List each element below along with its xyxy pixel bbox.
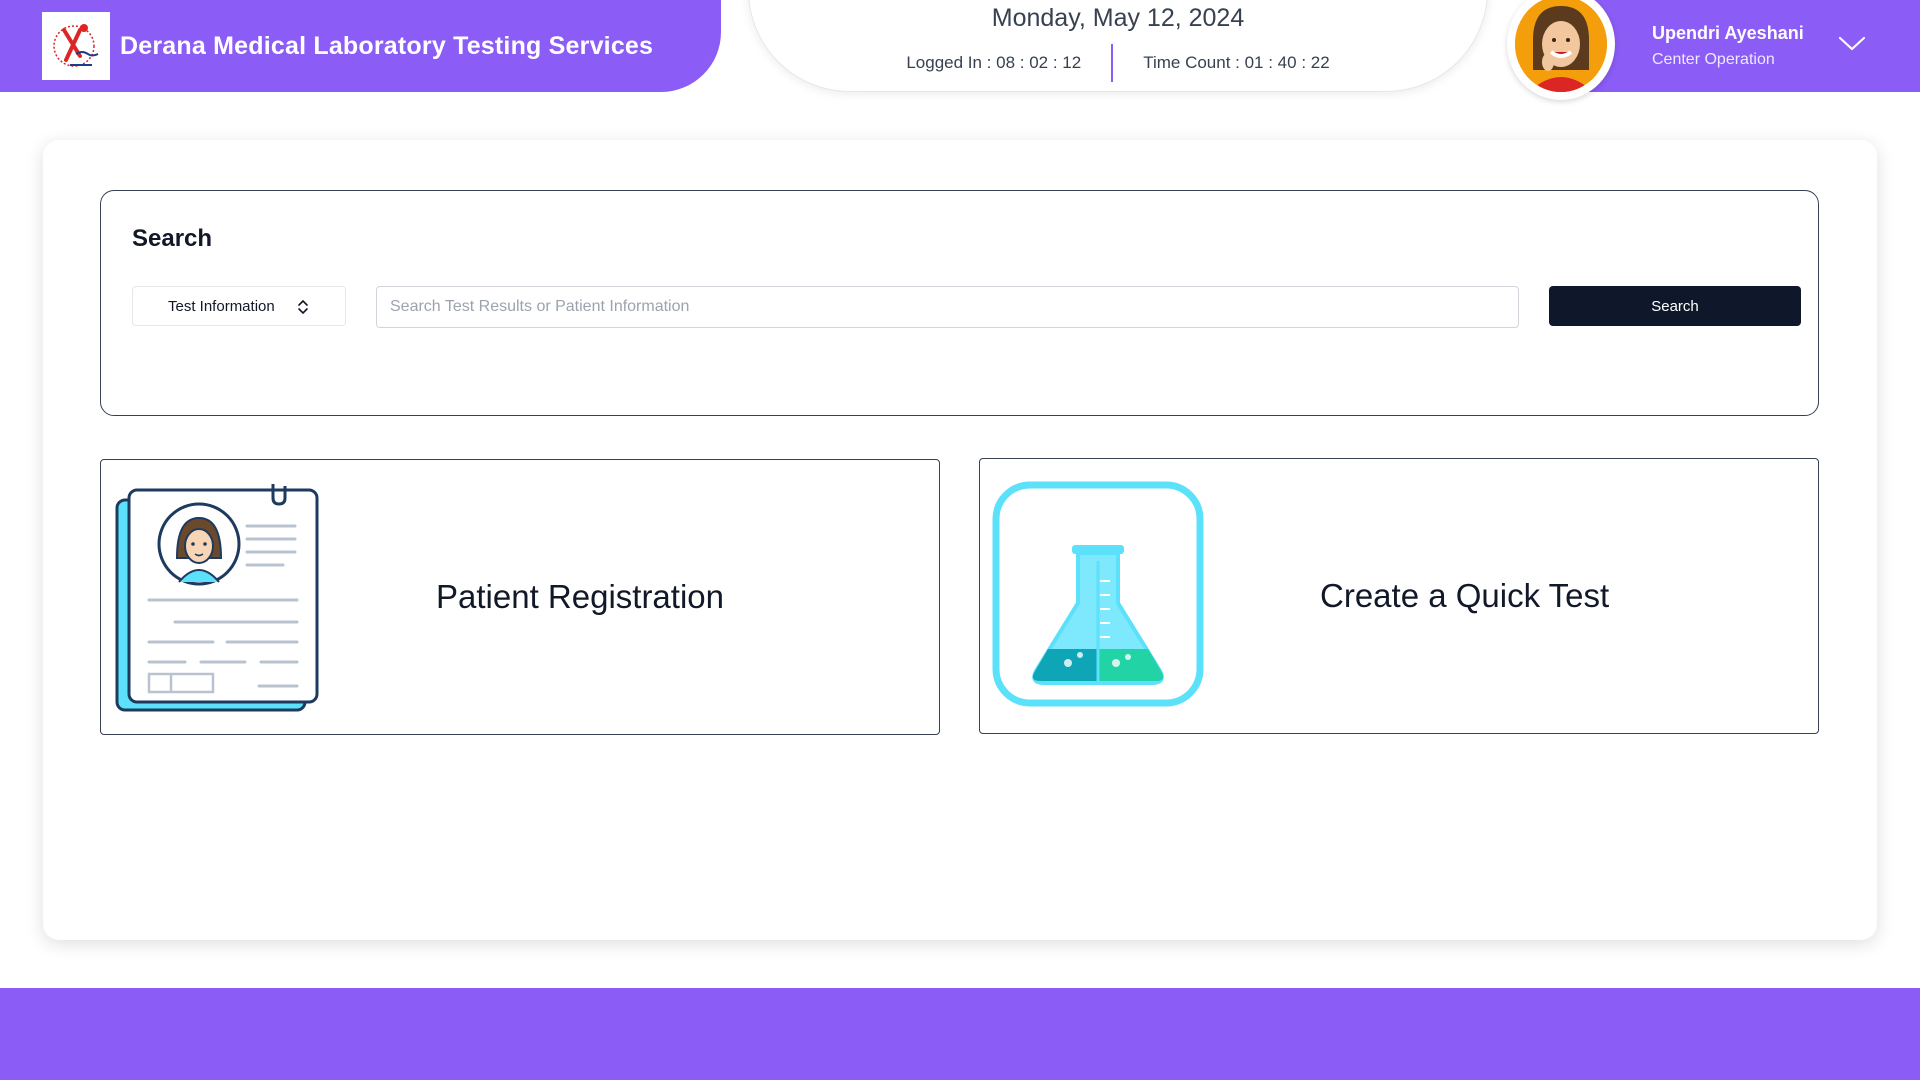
quick-test-label: Create a Quick Test [1320,577,1610,614]
user-name: Upendri Ayeshani [1652,23,1804,43]
user-role: Center Operation [1652,51,1775,68]
current-date: Monday, May 12, 2024 [991,4,1245,32]
avatar-image [1515,0,1607,92]
patient-registration-tile[interactable]: Patient Registration [100,459,940,735]
quick-test-tile[interactable]: Create a Quick Test [979,458,1819,734]
chevron-down-icon[interactable] [1837,34,1867,54]
logged-in-timer: Logged In : 08 : 02 : 12 [906,53,1082,72]
search-filter-select[interactable]: Test Information [132,286,346,326]
session-timers: Logged In : 08 : 02 : 12 Time Count : 01… [749,44,1487,82]
lab-logo[interactable] [42,12,110,80]
lab-logo-icon [53,24,99,67]
footer-bar [0,988,1920,1080]
patient-registration-label: Patient Registration [436,578,724,615]
search-filter-value: Test Information [168,297,275,315]
flask-icon [992,481,1204,707]
search-heading: Search [132,225,213,252]
search-panel: Search Test Information Search [100,190,1819,416]
timer-divider [1111,44,1114,82]
time-count-timer: Time Count : 01 : 40 : 22 [1143,53,1330,72]
session-clock-panel: Monday, May 12, 2024 Logged In : 08 : 02… [748,0,1488,92]
chevron-up-down-icon [298,299,308,315]
search-button[interactable]: Search [1549,286,1801,326]
brand-bar: Derana Medical Laboratory Testing Servic… [0,0,721,92]
app-page: Derana Medical Laboratory Testing Servic… [0,0,1920,1080]
patient-record-icon [115,484,319,712]
main-card: Search Test Information Search Test Resu… [43,140,1877,940]
search-input[interactable] [376,286,1519,328]
brand-title: Derana Medical Laboratory Testing Servic… [120,31,654,60]
